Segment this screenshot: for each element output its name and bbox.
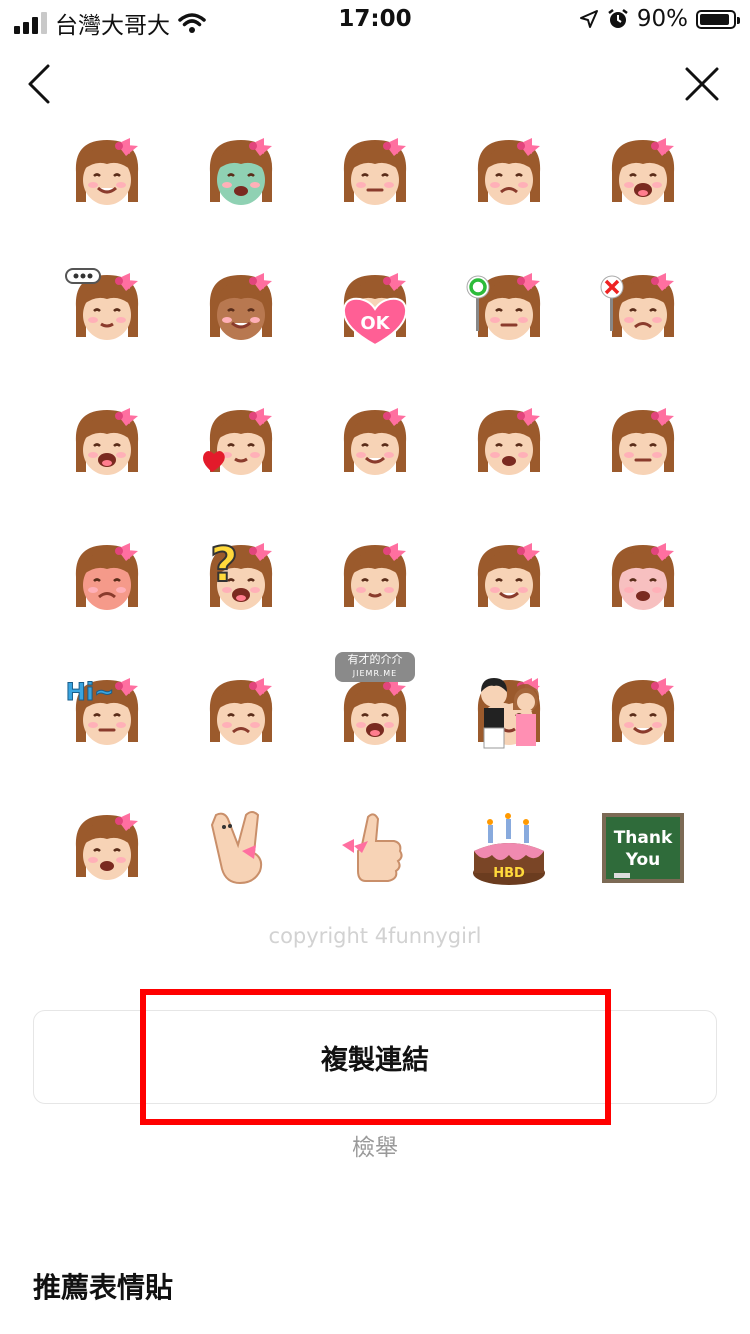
sticker-laugh-crying-image xyxy=(343,137,407,205)
sticker-peace-sign[interactable] xyxy=(174,780,308,915)
svg-text:?: ? xyxy=(210,537,238,593)
sticker-worried-image xyxy=(477,137,541,205)
sticker-hands-face-sparkle-image xyxy=(75,407,139,475)
sticker-ok-heart[interactable]: OK xyxy=(308,240,442,375)
sticker-hi-wave-image: Hi~ xyxy=(65,677,139,745)
sticker-row: HBD Thank You xyxy=(40,780,710,915)
sticker-row: ? xyxy=(40,510,710,645)
sticker-embarrassed-image xyxy=(611,542,675,610)
sticker-thank-you-board-image: ThankYou xyxy=(602,812,684,883)
sticker-circle-sign[interactable] xyxy=(442,240,576,375)
sticker-dizzy-eyes[interactable] xyxy=(174,645,308,780)
svg-text:OK: OK xyxy=(360,313,390,334)
status-right: 90% xyxy=(579,6,740,32)
copy-link-label: 複製連結 xyxy=(321,1044,429,1076)
sticker-cross-sign-image xyxy=(600,272,675,340)
svg-text:Hi~: Hi~ xyxy=(66,678,114,706)
sticker-ok-heart-image: OK xyxy=(342,272,408,346)
sticker-shocked-green-image xyxy=(209,137,273,205)
watermark-line1: 有才的介介 xyxy=(347,653,403,666)
sticker-worried[interactable] xyxy=(442,105,576,240)
sticker-hi-wave[interactable]: Hi~ xyxy=(40,645,174,780)
sticker-question-mark-image: ? xyxy=(209,536,273,610)
sticker-speechless-dots[interactable] xyxy=(40,240,174,375)
battery-icon xyxy=(696,9,740,29)
close-button[interactable] xyxy=(682,64,722,104)
watermark-badge: 有才的介介 JIEMR.ME xyxy=(335,652,415,682)
sticker-sigh[interactable] xyxy=(576,645,710,780)
alarm-icon xyxy=(608,9,628,28)
sticker-embarrassed[interactable] xyxy=(576,510,710,645)
sticker-hbd-cake[interactable]: HBD xyxy=(442,780,576,915)
close-icon xyxy=(685,67,719,101)
chevron-left-icon xyxy=(28,64,50,104)
copy-link-button[interactable]: 複製連結 xyxy=(33,1010,717,1104)
report-link[interactable]: 檢舉 xyxy=(0,1128,750,1162)
sticker-nervous-sweat-image xyxy=(477,542,541,610)
sticker-grin-sparkle[interactable] xyxy=(308,375,442,510)
sticker-couple-image xyxy=(477,677,541,748)
sticker-tongue-out-image xyxy=(611,407,675,475)
sticker-hands-face-sparkle[interactable] xyxy=(40,375,174,510)
sticker-cross-sign[interactable] xyxy=(576,240,710,375)
sticker-grid: OK? Hi~ HBD Thank You xyxy=(40,105,710,915)
sticker-gritted-teeth-image xyxy=(611,137,675,205)
sticker-couple[interactable] xyxy=(442,645,576,780)
sticker-circle-sign-image xyxy=(466,272,541,340)
sticker-chin-hands[interactable] xyxy=(442,375,576,510)
watermark-line2: JIEMR.ME xyxy=(352,669,398,678)
sticker-row: OK xyxy=(40,240,710,375)
sticker-content-smile-image xyxy=(75,812,139,880)
sticker-hungry-spoon-fork[interactable] xyxy=(40,105,174,240)
sticker-peace-sign-image xyxy=(210,810,263,884)
sticker-hbd-cake-image: HBD xyxy=(473,812,545,885)
sticker-tan-smirk[interactable] xyxy=(174,240,308,375)
location-arrow-icon xyxy=(579,10,598,28)
sticker-thumbs-up[interactable] xyxy=(308,780,442,915)
sticker-question-mark[interactable]: ? xyxy=(174,510,308,645)
sticker-speechless-dots-image xyxy=(65,267,139,340)
sticker-angry-huff-image xyxy=(75,542,139,610)
sticker-chin-hands-image xyxy=(477,407,541,475)
sticker-tan-smirk-image xyxy=(209,272,273,340)
sticker-content-smile[interactable] xyxy=(40,780,174,915)
sticker-sigh-image xyxy=(611,677,675,745)
sticker-crying-loud-image xyxy=(343,677,407,745)
battery-percent: 90% xyxy=(636,6,688,32)
sticker-kiss-heart[interactable] xyxy=(174,375,308,510)
sticker-nervous-sweat[interactable] xyxy=(442,510,576,645)
sticker-nose-pick[interactable] xyxy=(308,510,442,645)
svg-text:HBD: HBD xyxy=(493,866,525,881)
sticker-laugh-crying[interactable] xyxy=(308,105,442,240)
sticker-dizzy-eyes-image xyxy=(209,677,273,745)
sticker-row xyxy=(40,375,710,510)
svg-text:You: You xyxy=(625,850,661,870)
sticker-thumbs-up-image xyxy=(342,812,403,882)
sticker-nose-pick-image xyxy=(343,542,407,610)
sticker-kiss-heart-image xyxy=(203,407,273,475)
sticker-grin-sparkle-image xyxy=(343,407,407,475)
sticker-angry-huff[interactable] xyxy=(40,510,174,645)
sticker-hungry-spoon-fork-image xyxy=(75,137,139,205)
status-bar: 台灣大哥大 17:00 90% xyxy=(0,0,750,44)
svg-text:Thank: Thank xyxy=(614,828,673,848)
sticker-row xyxy=(40,105,710,240)
copyright-text: copyright 4funnygirl xyxy=(268,924,482,948)
sticker-tongue-out[interactable] xyxy=(576,375,710,510)
sticker-shocked-green[interactable] xyxy=(174,105,308,240)
sticker-thank-you-board[interactable]: Thank You xyxy=(576,780,710,915)
recommended-stickers-title: 推薦表情貼 xyxy=(33,1271,174,1304)
back-button[interactable] xyxy=(22,62,62,106)
sticker-gritted-teeth[interactable] xyxy=(576,105,710,240)
